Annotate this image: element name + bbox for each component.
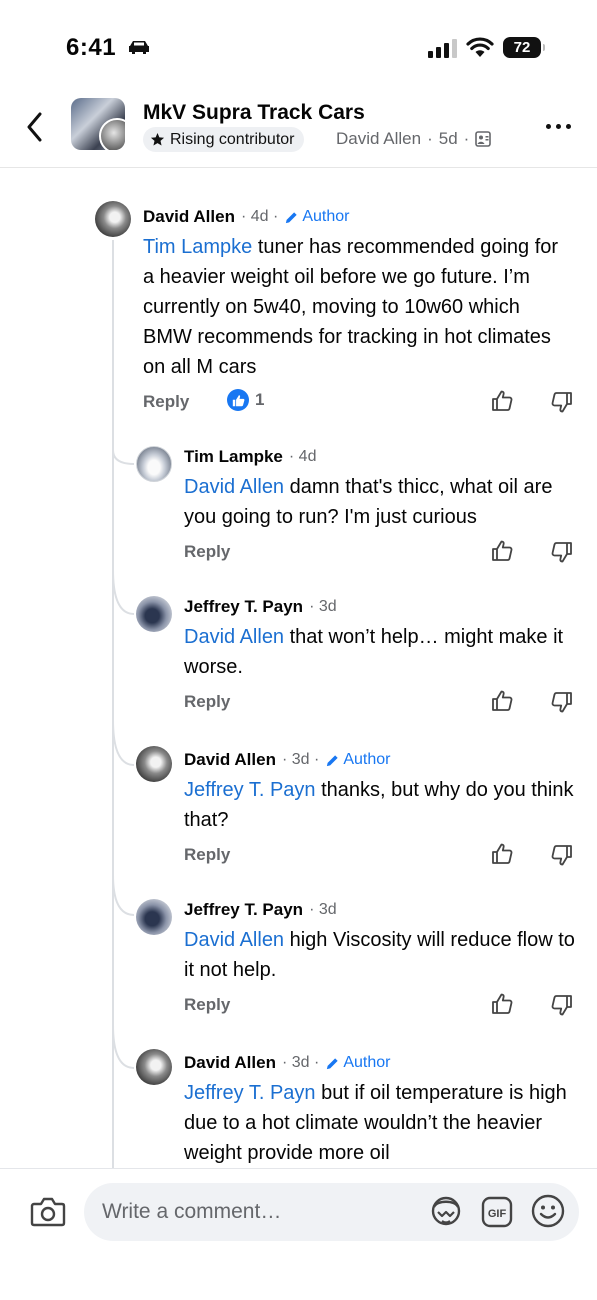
comment-body: Jeffrey T. Payn thanks, but why do you t… <box>184 775 584 835</box>
mention-link[interactable]: Jeffrey T. Payn <box>184 779 316 801</box>
poster-name[interactable]: David Allen <box>336 129 421 149</box>
comment-time: · 3d <box>309 598 337 615</box>
comment-header: Jeffrey T. Payn · 3d <box>184 900 337 920</box>
pencil-icon <box>327 1057 338 1069</box>
downvote-icon[interactable] <box>550 690 574 714</box>
back-arrow-icon[interactable] <box>22 110 48 144</box>
comment-header: Jeffrey T. Payn · 3d <box>184 597 337 617</box>
camera-icon[interactable] <box>30 1196 66 1228</box>
avatar-sticker-icon[interactable] <box>428 1195 464 1229</box>
comment-body: Tim Lampke tuner has recommended going f… <box>143 232 563 382</box>
downvote-icon[interactable] <box>550 390 574 414</box>
avatar[interactable] <box>95 201 131 237</box>
comment-time: · 3d · <box>281 1054 320 1071</box>
more-options-button[interactable] <box>546 124 571 129</box>
downvote-icon[interactable] <box>550 843 574 867</box>
cellular-signal-icon <box>428 39 457 58</box>
avatar[interactable] <box>136 746 172 782</box>
pencil-icon <box>286 211 297 223</box>
reply-button[interactable]: Reply <box>184 845 230 865</box>
like-count: 1 <box>255 390 265 409</box>
post-age: 5d <box>438 129 458 148</box>
post-header: MkV Supra Track Cars Rising contributor … <box>0 92 597 168</box>
comment-time: · 3d · <box>281 751 320 768</box>
comment-header: David Allen · 3d · Author <box>184 1053 390 1073</box>
comment-body: David Allen that won’t help… might make … <box>184 622 579 682</box>
reply-button[interactable]: Reply <box>184 692 230 712</box>
reply-button[interactable]: Reply <box>184 542 230 562</box>
avatar[interactable] <box>136 446 172 482</box>
comment-input-wrapper: GIF <box>84 1183 579 1241</box>
comment-time: · 4d · <box>240 208 279 225</box>
svg-text:GIF: GIF <box>488 1208 507 1220</box>
downvote-icon[interactable] <box>550 993 574 1017</box>
group-name[interactable]: MkV Supra Track Cars <box>143 101 365 125</box>
post-meta: David Allen · 5d · <box>336 129 492 149</box>
group-privacy-icon <box>475 131 492 147</box>
upvote-icon[interactable] <box>490 842 514 866</box>
reply-button[interactable]: Reply <box>184 995 230 1015</box>
gif-icon[interactable]: GIF <box>480 1195 514 1229</box>
comment-author[interactable]: Tim Lampke <box>184 447 283 467</box>
mention-link[interactable]: David Allen <box>184 929 284 951</box>
mention-link[interactable]: Jeffrey T. Payn <box>184 1082 316 1104</box>
comment-author[interactable]: Jeffrey T. Payn <box>184 900 303 920</box>
upvote-icon[interactable] <box>490 992 514 1016</box>
mention-link[interactable]: Tim Lampke <box>143 236 252 258</box>
author-badge: Author <box>325 751 390 769</box>
comment-author[interactable]: David Allen <box>184 1053 276 1073</box>
downvote-icon[interactable] <box>550 540 574 564</box>
meta-separator: · <box>427 129 433 148</box>
reaction-count[interactable]: 1 <box>227 389 264 411</box>
comment-time: · 4d <box>288 448 317 465</box>
comment-body: David Allen high Viscosity will reduce f… <box>184 925 579 985</box>
comment-header: David Allen · 4d · Author <box>143 207 349 227</box>
comment-author[interactable]: David Allen <box>143 207 235 227</box>
rising-contributor-badge[interactable]: Rising contributor <box>143 127 304 152</box>
upvote-icon[interactable] <box>490 389 514 413</box>
reply-button[interactable]: Reply <box>143 392 189 412</box>
author-badge: Author <box>284 208 349 226</box>
comment-header: Tim Lampke · 4d <box>184 447 316 467</box>
star-icon <box>150 132 165 146</box>
comment-time: · 3d <box>309 901 337 918</box>
badge-label: Rising contributor <box>170 130 295 148</box>
comment-input[interactable] <box>102 1183 422 1241</box>
comment-author[interactable]: David Allen <box>184 750 276 770</box>
comment-composer: GIF <box>0 1168 597 1300</box>
author-badge: Author <box>325 1054 390 1072</box>
upvote-icon[interactable] <box>490 689 514 713</box>
like-reaction-icon <box>227 389 249 411</box>
wifi-icon <box>466 37 494 57</box>
mention-link[interactable]: David Allen <box>184 626 284 648</box>
comment-author[interactable]: Jeffrey T. Payn <box>184 597 303 617</box>
pencil-icon <box>327 754 338 766</box>
battery-indicator: 72 <box>503 37 545 58</box>
avatar[interactable] <box>136 899 172 935</box>
group-avatar[interactable] <box>71 98 125 150</box>
comment-body: Jeffrey T. Payn but if oil temperature i… <box>184 1078 584 1168</box>
poster-avatar <box>99 118 125 150</box>
meta-separator: · <box>463 129 470 148</box>
avatar[interactable] <box>136 596 172 632</box>
status-bar: 6:41 72 <box>0 0 597 92</box>
car-icon <box>129 41 149 54</box>
comment-body: David Allen damn that's thicc, what oil … <box>184 472 579 532</box>
comment-header: David Allen · 3d · Author <box>184 750 390 770</box>
status-time: 6:41 <box>66 34 117 61</box>
avatar[interactable] <box>136 1049 172 1085</box>
emoji-icon[interactable] <box>530 1193 566 1229</box>
upvote-icon[interactable] <box>490 539 514 563</box>
mention-link[interactable]: David Allen <box>184 476 284 498</box>
